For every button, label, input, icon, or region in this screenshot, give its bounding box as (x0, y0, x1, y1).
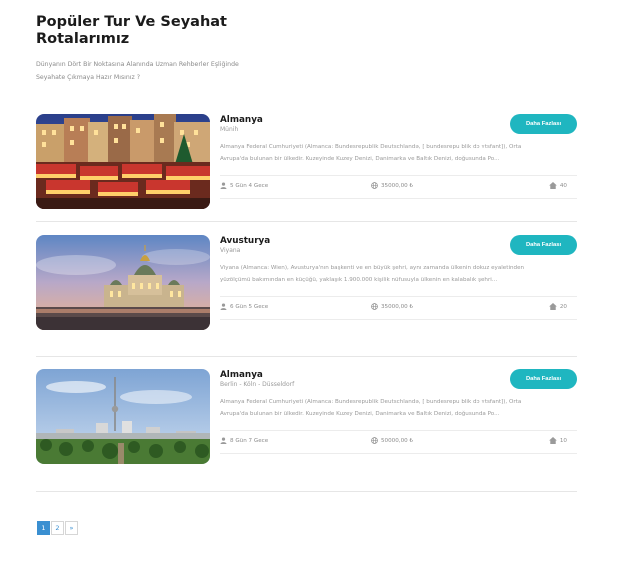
pagination: 1 2 » (37, 521, 79, 535)
tour-name[interactable]: Avusturya (220, 236, 270, 246)
tour-price: 35000,00 ₺ (371, 182, 413, 189)
tour-rooms-text: 20 (559, 303, 567, 310)
tour-price-text: 35000,00 ₺ (381, 303, 414, 310)
tour-duration: 6 Gün 5 Gece (220, 303, 268, 310)
tour-description-line-2: Avrupa'da bulunan bir ülkedir. Kuzeyinde… (220, 411, 500, 417)
section-header: Popüler Tur Ve Seyahat Rotalarımız Dünya… (36, 14, 296, 84)
globe-icon (371, 182, 378, 189)
title-line-1: Popüler Tur Ve Seyahat (36, 14, 227, 30)
tour-description: Viyana (Almanca: Wien), Avusturya'nın ba… (220, 262, 556, 286)
user-icon (220, 437, 227, 444)
page-2-button[interactable]: 2 (51, 521, 64, 535)
home-icon (548, 437, 557, 444)
tour-description-line-1: Almanya Federal Cumhuriyeti (Almanca: Bu… (220, 399, 522, 405)
tour-duration: 8 Gün 7 Gece (220, 437, 268, 444)
tour-photo-image (36, 114, 210, 209)
page-1-button[interactable]: 1 (37, 521, 50, 535)
more-button[interactable]: Daha Fazlası (510, 114, 577, 134)
tour-rooms-text: 10 (559, 437, 567, 444)
section-subtitle: Dünyanın Dört Bir Noktasına Alanında Uzm… (36, 58, 296, 84)
divider (36, 491, 577, 492)
tour-photo-image (36, 235, 210, 330)
tour-city: Münih (220, 126, 239, 133)
subtitle-line-2: Seyahate Çıkmaya Hazır Mısınız ? (36, 74, 141, 81)
home-icon (548, 303, 557, 310)
subtitle-line-1: Dünyanın Dört Bir Noktasına Alanında Uzm… (36, 61, 239, 68)
tour-duration: 5 Gün 4 Gece (220, 182, 268, 189)
tour-price: 35000,00 ₺ (371, 303, 413, 310)
tour-photo-image (36, 369, 210, 464)
section-title: Popüler Tur Ve Seyahat Rotalarımız (36, 14, 296, 48)
tour-description: Almanya Federal Cumhuriyeti (Almanca: Bu… (220, 141, 556, 165)
tour-photo-berlin-skyline[interactable] (36, 369, 210, 464)
tour-description-line-2: Avrupa'da bulunan bir ülkedir. Kuzeyinde… (220, 156, 500, 162)
tour-city: Berlin - Köln - Düsseldorf (220, 381, 295, 388)
tour-duration-text: 8 Gün 7 Gece (230, 437, 269, 444)
more-button[interactable]: Daha Fazlası (510, 235, 577, 255)
tour-city: Viyana (220, 247, 241, 254)
tour-info: Avusturya Viyana Viyana (Almanca: Wien),… (220, 235, 577, 330)
tour-rooms: 40 (548, 182, 567, 189)
user-icon (220, 182, 227, 189)
tour-meta: 6 Gün 5 Gece 35000,00 ₺ 20 (220, 296, 577, 320)
tour-card: Almanya Berlin - Köln - Düsseldorf Alman… (36, 369, 577, 487)
tour-description: Almanya Federal Cumhuriyeti (Almanca: Bu… (220, 396, 556, 420)
tour-card: Almanya Münih Almanya Federal Cumhuriyet… (36, 114, 577, 232)
home-icon (548, 182, 557, 189)
tour-duration-text: 6 Gün 5 Gece (230, 303, 269, 310)
more-button[interactable]: Daha Fazlası (510, 369, 577, 389)
tour-description-line-1: Viyana (Almanca: Wien), Avusturya'nın ba… (220, 265, 525, 271)
user-icon (220, 303, 227, 310)
next-page-button[interactable]: » (65, 521, 78, 535)
tour-info: Almanya Münih Almanya Federal Cumhuriyet… (220, 114, 577, 209)
tour-description-line-2: yüzölçümü bakımından en küçüğü, yaklaşık… (220, 277, 498, 283)
globe-icon (371, 437, 378, 444)
tour-price-text: 35000,00 ₺ (381, 182, 414, 189)
tour-rooms-text: 40 (559, 182, 567, 189)
tour-meta: 8 Gün 7 Gece 50000,00 ₺ 10 (220, 430, 577, 454)
globe-icon (371, 303, 378, 310)
divider (36, 356, 577, 357)
tour-photo-munich-market[interactable] (36, 114, 210, 209)
tour-photo-vienna-cathedral[interactable] (36, 235, 210, 330)
tour-duration-text: 5 Gün 4 Gece (230, 182, 269, 189)
title-line-2: Rotalarımız (36, 31, 130, 47)
tour-name[interactable]: Almanya (220, 115, 263, 125)
tour-name[interactable]: Almanya (220, 370, 263, 380)
tour-rooms: 20 (548, 303, 567, 310)
tour-price: 50000,00 ₺ (371, 437, 413, 444)
tour-meta: 5 Gün 4 Gece 35000,00 ₺ 40 (220, 175, 577, 199)
tour-description-line-1: Almanya Federal Cumhuriyeti (Almanca: Bu… (220, 144, 522, 150)
tour-info: Almanya Berlin - Köln - Düsseldorf Alman… (220, 369, 577, 464)
tour-rooms: 10 (548, 437, 567, 444)
divider (36, 221, 577, 222)
tour-card: Avusturya Viyana Viyana (Almanca: Wien),… (36, 235, 577, 353)
tour-price-text: 50000,00 ₺ (381, 437, 414, 444)
